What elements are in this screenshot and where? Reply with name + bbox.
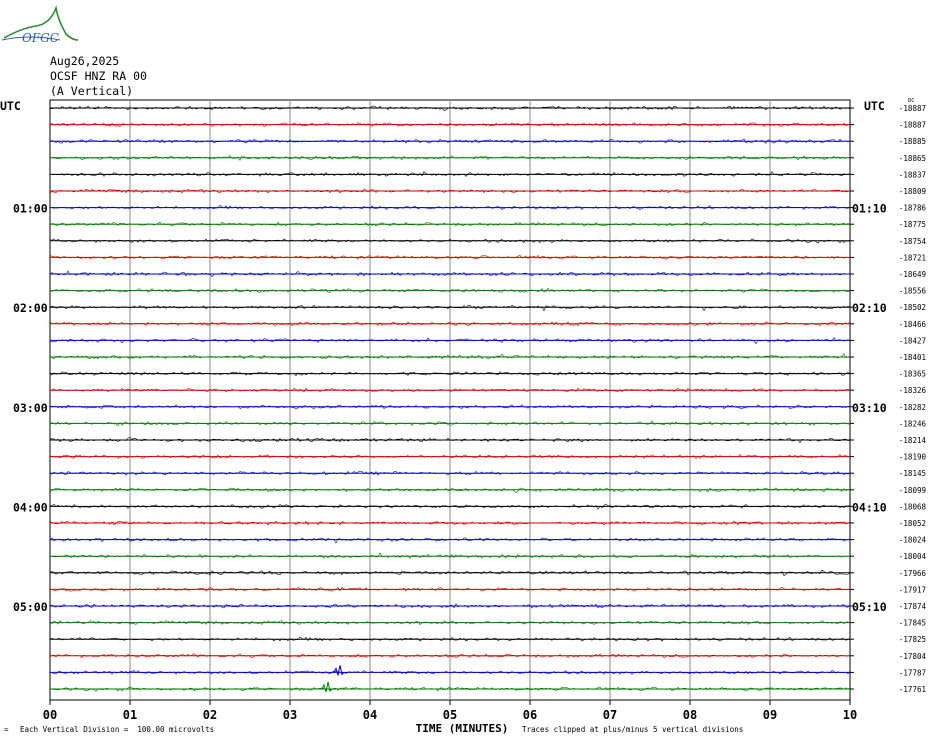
trace-offset-label: -18809 xyxy=(899,187,926,196)
event-spike xyxy=(321,681,333,693)
trace-offset-label: -18649 xyxy=(899,270,926,279)
event-spike xyxy=(333,665,345,676)
trace-offset-label: -18190 xyxy=(899,453,927,462)
trace-offset-label: -18282 xyxy=(899,403,926,412)
trace-offset-label: -17917 xyxy=(899,585,926,594)
right-time-label: 05:10 xyxy=(852,600,887,614)
left-time-label: 05:00 xyxy=(13,600,48,614)
x-tick-label: 03 xyxy=(283,708,297,722)
footer-mark: = xyxy=(4,725,9,734)
trace-offset-label: -18052 xyxy=(899,519,926,528)
left-time-label: 01:00 xyxy=(13,202,48,216)
trace-offset-label: -17761 xyxy=(899,685,926,694)
right-time-label: 02:10 xyxy=(852,301,887,315)
trace-offset-label: -18887 xyxy=(899,104,926,113)
x-tick-label: 01 xyxy=(123,708,137,722)
trace-offset-label: -18427 xyxy=(899,336,926,345)
left-axis-label: UTC xyxy=(0,99,21,113)
right-time-label: 04:10 xyxy=(852,500,887,514)
x-tick-label: 04 xyxy=(363,708,377,722)
trace-offset-label: -18004 xyxy=(899,552,927,561)
clipping-note: Traces clipped at plus/minus 5 vertical … xyxy=(522,725,744,734)
x-tick-label: 07 xyxy=(603,708,617,722)
trace-offset-label: -18365 xyxy=(899,370,926,379)
left-time-label: 04:00 xyxy=(13,500,48,514)
helicorder-plot: 00 01 02 03 04 05 06 07 08 09 10 TIME (MINUTES) UTC U… xyxy=(0,98,927,735)
trace-offset-label: -18775 xyxy=(899,220,926,229)
trace-offset-label: -17825 xyxy=(899,635,926,644)
trace-offset-label: -18466 xyxy=(899,320,927,329)
trace-offset-label: -18837 xyxy=(899,170,926,179)
right-time-label: 03:10 xyxy=(852,401,887,415)
x-tick-label: 06 xyxy=(523,708,537,722)
x-tick-label: 02 xyxy=(203,708,217,722)
x-tick-label: 09 xyxy=(763,708,777,722)
trace-offset-label: -18885 xyxy=(899,137,926,146)
trace-offset-label: -17874 xyxy=(899,602,927,611)
trace-offset-label: -18099 xyxy=(899,486,926,495)
trace-offset-label: -18556 xyxy=(899,287,927,296)
trace-offset-label: -18326 xyxy=(899,386,927,395)
right-axis-label: UTC xyxy=(864,99,885,113)
trace-offset-label: -18786 xyxy=(899,204,927,213)
trace-offset-label: -18721 xyxy=(899,253,926,262)
left-time-label: 03:00 xyxy=(13,401,48,415)
trace-offset-label: -17804 xyxy=(899,652,927,661)
trace-offset-label: -18145 xyxy=(899,469,926,478)
trace-offset-label: -18214 xyxy=(899,436,927,445)
trace-offset-label: -18865 xyxy=(899,154,926,163)
dc-prefix-label: DC xyxy=(908,98,915,104)
trace-offset-label: -18068 xyxy=(899,502,927,511)
x-axis-label: TIME (MINUTES) xyxy=(416,722,509,735)
x-tick-label: 10 xyxy=(843,708,857,722)
trace-offset-label: -17787 xyxy=(899,668,926,677)
x-tick-label: 00 xyxy=(43,708,57,722)
trace-offset-label: -18502 xyxy=(899,303,926,312)
x-tick-label: 08 xyxy=(683,708,697,722)
vertical-division-note: Each Vertical Division = 100.00 microvol… xyxy=(20,725,215,734)
right-time-label: 01:10 xyxy=(852,202,887,216)
x-tick-label: 05 xyxy=(443,708,457,722)
trace-offset-label: -18887 xyxy=(899,121,926,130)
trace-offset-label: -17845 xyxy=(899,619,926,628)
trace-offset-label: -18754 xyxy=(899,237,927,246)
trace-offset-label: -18024 xyxy=(899,536,927,545)
left-time-label: 02:00 xyxy=(13,301,48,315)
trace-offset-label: -18246 xyxy=(899,419,927,428)
trace-offset-label: -18401 xyxy=(899,353,926,362)
trace-offset-label: -17966 xyxy=(899,569,927,578)
